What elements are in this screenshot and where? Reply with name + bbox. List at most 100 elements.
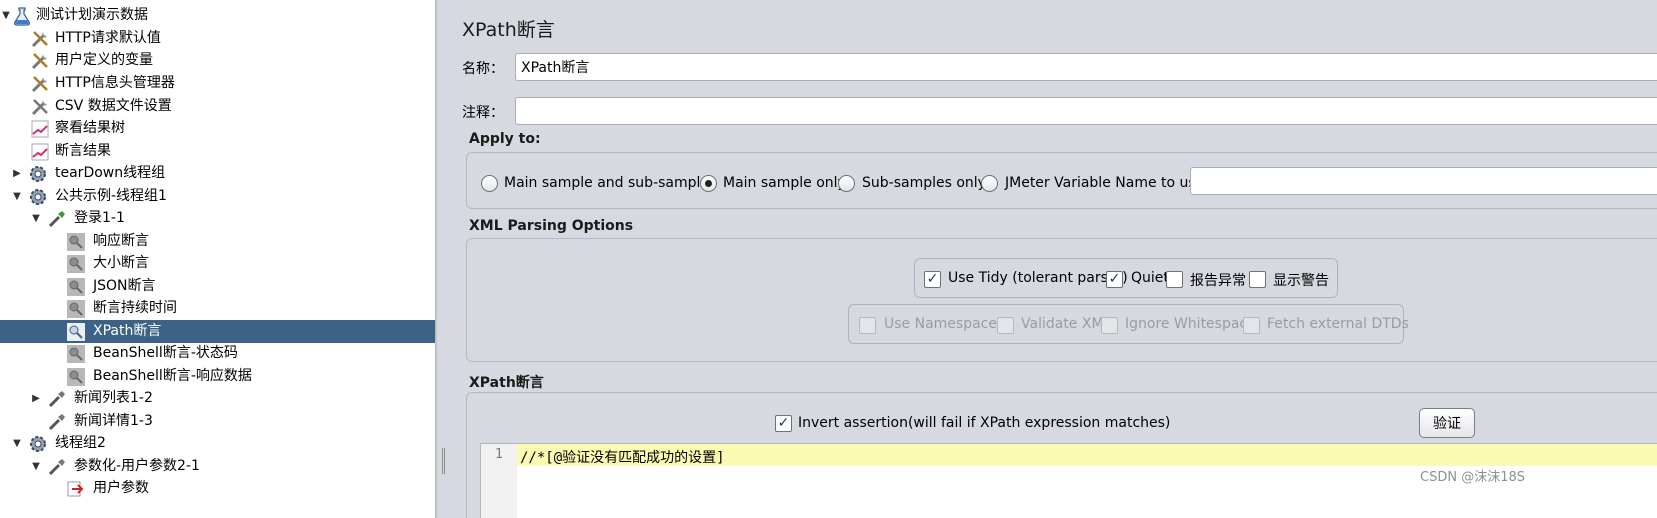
tree-item-parameterization[interactable]: ▼ 参数化-用户参数2-1	[0, 455, 435, 478]
tree-item-label: 测试计划演示数据	[36, 7, 148, 23]
tree-item-duration-assertion[interactable]: 断言持续时间	[0, 297, 435, 320]
tree-item-label: 新闻详情1-3	[74, 413, 153, 429]
xpath-section-title: XPath断言	[469, 375, 544, 391]
fetch-dtds-label[interactable]: Fetch external DTDs	[1267, 316, 1409, 332]
xpath-assertion-editor: XPath断言 名称： 注释： Apply to: Main sample an…	[450, 0, 1657, 518]
tree-item-test-plan[interactable]: ▼ 测试计划演示数据	[0, 4, 435, 27]
thread-group-gear-icon	[28, 434, 48, 454]
tree-item-view-results-tree[interactable]: 察看结果树	[0, 117, 435, 140]
sampler-pipette-icon	[47, 457, 67, 477]
radio-main-and-sub[interactable]	[481, 175, 498, 192]
tree-item-json-assertion[interactable]: JSON断言	[0, 275, 435, 298]
tree-item-news-detail[interactable]: 新闻详情1-3	[0, 410, 435, 433]
tree-item-size-assertion[interactable]: 大小断言	[0, 252, 435, 275]
xml-parsing-group: ✓ Use Tidy (tolerant parser) ✓ Quiet 报告异…	[466, 238, 1657, 362]
test-plan-tree[interactable]: ▼ 测试计划演示数据 HTTP请求默认值 用户定义的变量 HTTP信息头管理器 …	[0, 0, 436, 518]
validate-xml-label[interactable]: Validate XML	[1021, 316, 1111, 332]
comment-label: 注释：	[462, 105, 504, 121]
tree-item-beanshell-status[interactable]: BeanShell断言-状态码	[0, 342, 435, 365]
invert-assertion-label[interactable]: Invert assertion(will fail if XPath expr…	[798, 415, 1170, 431]
preprocessor-red-icon	[66, 479, 86, 499]
use-namespaces-label[interactable]: Use Namespaces	[884, 316, 1004, 332]
quiet-label[interactable]: Quiet	[1131, 270, 1169, 286]
tree-item-news-list[interactable]: ▶ 新闻列表1-2	[0, 387, 435, 410]
tree-item-assertion-results[interactable]: 断言结果	[0, 140, 435, 163]
collapse-toggle-icon[interactable]: ▼	[0, 9, 12, 21]
listener-graph-icon	[30, 142, 50, 162]
tree-item-xpath-assertion[interactable]: XPath断言	[0, 320, 435, 343]
tree-item-thread-group-1[interactable]: ▼ 公共示例-线程组1	[0, 185, 435, 208]
tree-item-label: 断言结果	[55, 143, 111, 159]
tree-item-teardown-group[interactable]: ▶ tearDown线程组	[0, 162, 435, 185]
report-errors-label[interactable]: 报告异常	[1190, 270, 1246, 290]
use-namespaces-checkbox[interactable]	[859, 317, 876, 334]
tree-item-csv-config[interactable]: CSV 数据文件设置	[0, 95, 435, 118]
comment-field[interactable]	[515, 97, 1657, 125]
config-wrench-icon	[30, 29, 50, 49]
tree-item-user-parameters[interactable]: 用户参数	[0, 477, 435, 500]
quiet-checkbox[interactable]: ✓	[1106, 271, 1123, 288]
tree-item-label: 新闻列表1-2	[74, 390, 153, 406]
use-tidy-checkbox[interactable]: ✓	[924, 271, 941, 288]
collapse-toggle-icon[interactable]: ▼	[30, 212, 42, 224]
report-errors-checkbox[interactable]	[1166, 271, 1183, 288]
tree-item-login[interactable]: ▼ 登录1-1	[0, 207, 435, 230]
divider-grip-icon[interactable]	[442, 448, 445, 474]
tree-item-thread-group-2[interactable]: ▼ 线程组2	[0, 432, 435, 455]
xml-parsing-title: XML Parsing Options	[469, 218, 634, 234]
apply-to-title: Apply to:	[469, 131, 541, 147]
validate-xml-checkbox[interactable]	[997, 317, 1014, 334]
collapse-toggle-icon[interactable]: ▼	[30, 460, 42, 472]
show-warnings-checkbox[interactable]	[1249, 271, 1266, 288]
radio-label-sub-only[interactable]: Sub-samples only	[862, 175, 986, 191]
tree-item-http-defaults[interactable]: HTTP请求默认值	[0, 27, 435, 50]
invert-assertion-checkbox[interactable]: ✓	[775, 415, 792, 432]
name-label: 名称：	[462, 61, 504, 77]
tree-item-label: tearDown线程组	[55, 165, 166, 181]
namespace-options-box: Use Namespaces Validate XML Ignore White…	[848, 304, 1409, 344]
radio-sub-only[interactable]	[838, 175, 855, 192]
tree-item-label: BeanShell断言-状态码	[93, 345, 238, 361]
use-tidy-label[interactable]: Use Tidy (tolerant parser)	[948, 270, 1128, 286]
sampler-pipette-icon	[47, 389, 67, 409]
assertion-magnifier-icon	[66, 299, 86, 319]
ignore-whitespace-checkbox[interactable]	[1101, 317, 1118, 334]
tree-item-label: 察看结果树	[55, 120, 125, 136]
radio-label-jmeter-variable[interactable]: JMeter Variable Name to use	[1005, 175, 1204, 191]
tree-item-label: 登录1-1	[74, 210, 125, 226]
xpath-expression-text[interactable]: //*[@验证没有匹配成功的设置]	[520, 447, 725, 467]
sampler-pipette-icon	[47, 412, 67, 432]
tree-item-label: 大小断言	[93, 255, 149, 271]
radio-main-only[interactable]	[700, 175, 717, 192]
show-warnings-label[interactable]: 显示警告	[1273, 270, 1329, 290]
tree-item-user-vars[interactable]: 用户定义的变量	[0, 49, 435, 72]
thread-group-gear-icon	[28, 187, 48, 207]
assertion-magnifier-icon	[66, 232, 86, 252]
page-title: XPath断言	[462, 19, 555, 41]
radio-label-main-only[interactable]: Main sample only	[723, 175, 846, 191]
collapse-toggle-icon[interactable]: ▼	[11, 437, 23, 449]
expand-toggle-icon[interactable]: ▶	[30, 392, 42, 404]
fetch-dtds-checkbox[interactable]	[1243, 317, 1260, 334]
line-number: 1	[495, 447, 503, 462]
ignore-whitespace-label[interactable]: Ignore Whitespace	[1125, 316, 1256, 332]
listener-graph-icon	[30, 119, 50, 139]
tree-item-beanshell-response[interactable]: BeanShell断言-响应数据	[0, 365, 435, 388]
current-line-highlight: //*[@验证没有匹配成功的设置]	[517, 444, 1657, 466]
collapse-toggle-icon[interactable]: ▼	[11, 190, 23, 202]
radio-jmeter-variable[interactable]	[981, 175, 998, 192]
tree-item-header-manager[interactable]: HTTP信息头管理器	[0, 72, 435, 95]
split-pane-divider[interactable]	[436, 0, 450, 518]
validate-button[interactable]: 验证	[1419, 408, 1475, 438]
jmeter-variable-input[interactable]	[1190, 167, 1657, 195]
tree-item-label: 参数化-用户参数2-1	[74, 458, 200, 474]
tree-item-label: 响应断言	[93, 233, 149, 249]
assertion-magnifier-icon	[66, 277, 86, 297]
radio-label-main-and-sub[interactable]: Main sample and sub-samples	[504, 175, 716, 191]
tree-item-label: 线程组2	[55, 435, 106, 451]
name-field[interactable]	[515, 53, 1657, 81]
expand-toggle-icon[interactable]: ▶	[11, 167, 23, 179]
tree-item-label: 用户定义的变量	[55, 52, 153, 68]
tree-item-response-assertion[interactable]: 响应断言	[0, 230, 435, 253]
assertion-magnifier-icon	[66, 322, 86, 342]
